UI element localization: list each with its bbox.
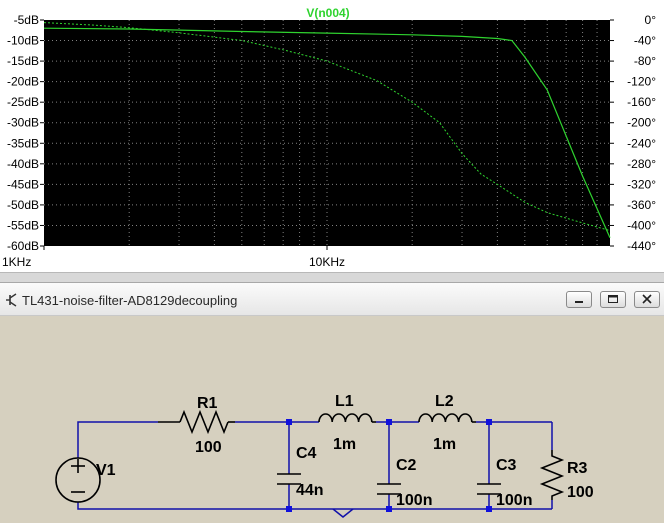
right-axis-label: -160° — [627, 95, 656, 109]
r1-value-label: 100 — [195, 439, 222, 456]
schematic-window: TL431-noise-filter-AD8129decoupling V1 R… — [0, 282, 664, 523]
window-title: TL431-noise-filter-AD8129decoupling — [22, 293, 238, 308]
left-axis-label: -10dB — [7, 34, 39, 48]
left-axis-label: -25dB — [7, 95, 39, 109]
left-axis-label: -50dB — [7, 198, 39, 212]
left-axis-label: -55dB — [7, 218, 39, 232]
schematic-canvas[interactable]: V1 R1 100 L1 1m L2 1m C4 44n C2 100n C3 … — [0, 316, 664, 523]
inductor-l2[interactable] — [418, 413, 476, 423]
circuit-schematic[interactable]: V1 R1 100 L1 1m L2 1m C4 44n C2 100n C3 … — [0, 316, 664, 523]
left-axis-label: -20dB — [7, 75, 39, 89]
x-axis-label: 1KHz — [2, 255, 31, 269]
transistor-icon — [6, 293, 17, 307]
inductor-l1[interactable] — [318, 413, 376, 423]
resistor-r1[interactable] — [158, 409, 235, 435]
right-axis-label: -280° — [627, 157, 656, 171]
c3-value-label: 100n — [496, 492, 532, 509]
right-axis-label: -360° — [627, 198, 656, 212]
right-axis-label: 0° — [645, 13, 657, 27]
right-axis-label: -240° — [627, 136, 656, 150]
c4-name-label: C4 — [296, 445, 317, 462]
close-button[interactable] — [634, 291, 660, 308]
wires — [77, 421, 553, 518]
junction-dot — [286, 419, 292, 425]
junction-dot — [486, 506, 492, 512]
trace-title[interactable]: V(n004) — [306, 6, 349, 20]
junction-dot — [486, 419, 492, 425]
left-axis-label: -60dB — [7, 239, 39, 253]
left-axis-label: -15dB — [7, 54, 39, 68]
left-axis-label: -35dB — [7, 136, 39, 150]
x-axis-label: 10KHz — [309, 255, 345, 269]
bode-plot[interactable]: V(n004) -5dB -10dB -15dB -20dB -25dB -30dB -35… — [0, 0, 664, 272]
right-axis-label: -120° — [627, 75, 656, 89]
right-axis-label: -320° — [627, 177, 656, 191]
waveform-viewer[interactable]: V(n004) -5dB -10dB -15dB -20dB -25dB -30dB -35… — [0, 0, 664, 272]
c2-name-label: C2 — [396, 457, 417, 474]
close-icon — [642, 294, 652, 304]
minimize-button[interactable] — [566, 291, 592, 308]
left-axis-label: -30dB — [7, 116, 39, 130]
resistor-r3[interactable] — [539, 450, 565, 500]
left-axis-label: -40dB — [7, 157, 39, 171]
right-axis-label: -80° — [634, 54, 656, 68]
junction-dot — [286, 506, 292, 512]
l1-name-label: L1 — [335, 393, 354, 410]
c2-value-label: 100n — [396, 492, 432, 509]
wire-top-left[interactable] — [77, 421, 158, 458]
l1-value-label: 1m — [333, 436, 356, 453]
restore-button[interactable] — [600, 291, 626, 308]
c3-name-label: C3 — [496, 457, 517, 474]
window-titlebar[interactable]: TL431-noise-filter-AD8129decoupling — [0, 283, 664, 316]
junction-dot — [386, 506, 392, 512]
minimize-icon — [575, 301, 583, 303]
r1-name-label: R1 — [197, 395, 218, 412]
right-axis-label: -400° — [627, 218, 656, 232]
voltage-source-v1[interactable] — [55, 457, 101, 503]
r3-name-label: R3 — [567, 460, 588, 477]
c4-value-label: 44n — [296, 482, 324, 499]
right-axis-label: -40° — [634, 34, 656, 48]
l2-value-label: 1m — [433, 436, 456, 453]
restore-icon — [608, 295, 618, 303]
v1-name-label: V1 — [96, 462, 116, 479]
left-axis-label: -5dB — [14, 13, 39, 27]
l2-name-label: L2 — [435, 393, 454, 410]
left-axis-label: -45dB — [7, 177, 39, 191]
wire-bottom-left[interactable] — [77, 502, 289, 510]
ground-symbol[interactable] — [332, 508, 354, 518]
r3-value-label: 100 — [567, 484, 594, 501]
junction-dot — [386, 419, 392, 425]
right-axis-label: -440° — [627, 239, 656, 253]
right-axis-label: -200° — [627, 116, 656, 130]
